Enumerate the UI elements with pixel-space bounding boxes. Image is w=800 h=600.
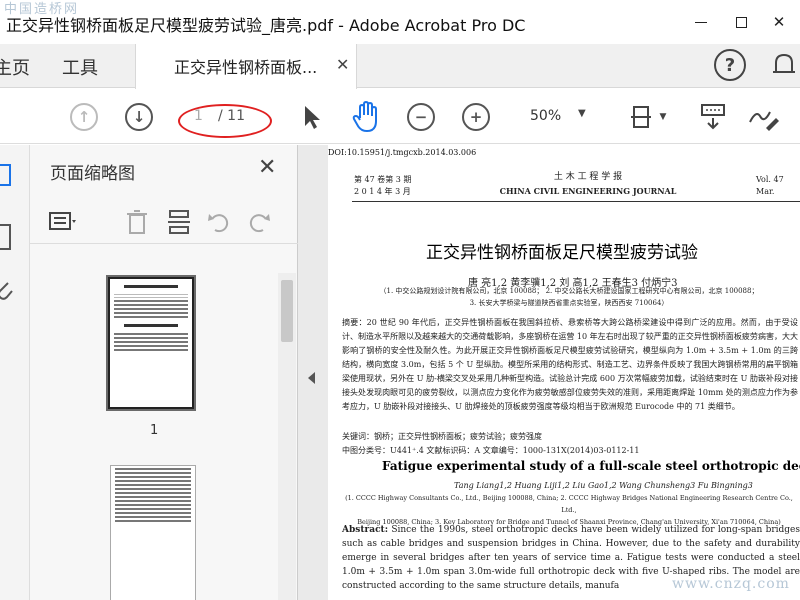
doi: DOI:10.15951/j.tmgcxb.2014.03.006: [328, 148, 477, 157]
maximize-button[interactable]: [726, 8, 756, 36]
page-thumbnails-icon[interactable]: [0, 163, 14, 189]
header-rule: [352, 201, 800, 202]
page-thumbnail-1[interactable]: [108, 277, 194, 409]
scroll-mode-button[interactable]: [698, 89, 728, 144]
bell-icon: [773, 53, 795, 73]
toolbar: ↑ ↓ − + ▼: [0, 89, 800, 144]
journal-issue: 第 47 卷第 3 期 2 0 1 4 年 3 月: [354, 175, 412, 196]
affiliations-cn: （1. 中交公路规划设计院有限公司，北京 100088； 2. 中交公路长大桥建…: [379, 287, 759, 307]
authors-en: Tang Liang1,2 Huang Liji1,2 Liu Gao1,2 W…: [454, 481, 753, 490]
previous-page-button[interactable]: ↑: [68, 89, 100, 144]
menu-bar: 主页 工具: [0, 44, 800, 88]
fit-page-icon: [631, 105, 651, 128]
paper-title-en: Fatigue experimental study of a full-sca…: [382, 459, 800, 473]
classification-line: 中图分类号：U441⁺.4 文献标识码：A 文章编号：1000-131X(201…: [342, 446, 640, 455]
title-bar: 中国造桥网 正交异性钢桥面板足尺模型疲劳试验_唐亮.pdf - Adobe Ac…: [0, 0, 800, 44]
pointer-icon: [305, 105, 320, 129]
watermark-bottom: www.cnzq.com: [672, 576, 790, 592]
options-list-icon: [49, 212, 76, 230]
zoom-out-button[interactable]: −: [405, 89, 437, 144]
page-thumbnails-panel: 页面缩略图 ✕ 1: [30, 145, 298, 600]
arrow-down-icon: ↓: [125, 102, 153, 131]
help-button[interactable]: ?: [714, 49, 746, 81]
zoom-level-input[interactable]: 50%: [530, 108, 561, 124]
notifications-button[interactable]: [770, 50, 798, 80]
sign-pen-icon: [749, 111, 779, 131]
trash-icon: [127, 210, 147, 234]
document-tab-label: 正交异性钢桥面板...: [174, 58, 318, 77]
annotation-highlight-circle: [178, 104, 272, 138]
close-window-button[interactable]: ✕: [764, 8, 794, 36]
rotate-left-button[interactable]: [204, 208, 234, 236]
paper-title-cn: 正交异性钢桥面板足尺模型疲劳试验: [426, 243, 698, 263]
minimize-icon: [695, 21, 707, 23]
plus-icon: +: [462, 102, 490, 131]
panel-toolbar: [30, 200, 298, 244]
hand-icon: [352, 100, 377, 132]
collapse-panel-icon[interactable]: [308, 372, 315, 384]
arrow-up-icon: ↑: [70, 102, 98, 131]
select-tool-button[interactable]: [298, 89, 326, 144]
abstract-cn: 摘要：20 世纪 90 年代后，正交异性钢桥面板在我国斜拉桥、悬索桥等大跨公路桥…: [342, 318, 798, 411]
bookmarks-icon[interactable]: [0, 223, 14, 253]
insert-page-button[interactable]: [164, 208, 194, 236]
minimize-button[interactable]: [686, 8, 716, 36]
zoom-in-button[interactable]: +: [460, 89, 492, 144]
page-fit-dropdown-button[interactable]: [630, 89, 652, 144]
attachments-icon[interactable]: [0, 279, 14, 305]
document-tab[interactable]: 正交异性钢桥面板... ✕: [135, 44, 357, 89]
page-thumbnail-2[interactable]: [110, 465, 196, 600]
thumbnail-scroll-thumb[interactable]: [281, 280, 293, 342]
insert-page-icon: [168, 210, 190, 234]
sign-button[interactable]: [746, 89, 780, 144]
thumbnail-options-button[interactable]: [48, 208, 78, 236]
minus-icon: −: [407, 102, 435, 131]
chevron-down-icon: ▼: [659, 111, 667, 122]
thumbnail-1-label: 1: [150, 423, 159, 438]
tab-close-icon[interactable]: ✕: [336, 55, 349, 74]
page-fit-caret[interactable]: ▼: [656, 89, 670, 144]
panel-title: 页面缩略图: [50, 164, 135, 184]
journal-name: 土 木 工 程 学 报 CHINA CIVIL ENGINEERING JOUR…: [499, 172, 677, 196]
window-title: 正交异性钢桥面板足尺模型疲劳试验_唐亮.pdf - Adobe Acrobat …: [6, 16, 526, 35]
left-navigation-rail: [0, 145, 30, 600]
scroll-mode-icon: [701, 103, 725, 129]
maximize-icon: [735, 16, 747, 28]
panel-close-icon[interactable]: ✕: [258, 155, 276, 180]
next-page-button[interactable]: ↓: [123, 89, 155, 144]
home-menu[interactable]: 主页: [0, 54, 30, 80]
keywords-cn: 关键词：钢桥；正交异性钢桥面板；疲劳试验；疲劳强度: [342, 432, 542, 441]
close-icon: ✕: [772, 13, 786, 31]
document-view[interactable]: DOI:10.15951/j.tmgcxb.2014.03.006 第 47 卷…: [328, 145, 800, 600]
journal-volume: Vol. 47 Mar.: [756, 175, 784, 196]
rotate-left-icon: [208, 214, 229, 233]
delete-page-button[interactable]: [122, 208, 152, 236]
rotate-right-icon: [249, 214, 270, 233]
zoom-dropdown-icon[interactable]: ▼: [578, 108, 586, 119]
tools-menu[interactable]: 工具: [62, 54, 98, 80]
hand-tool-button[interactable]: [348, 89, 384, 144]
rotate-right-button[interactable]: [244, 208, 274, 236]
